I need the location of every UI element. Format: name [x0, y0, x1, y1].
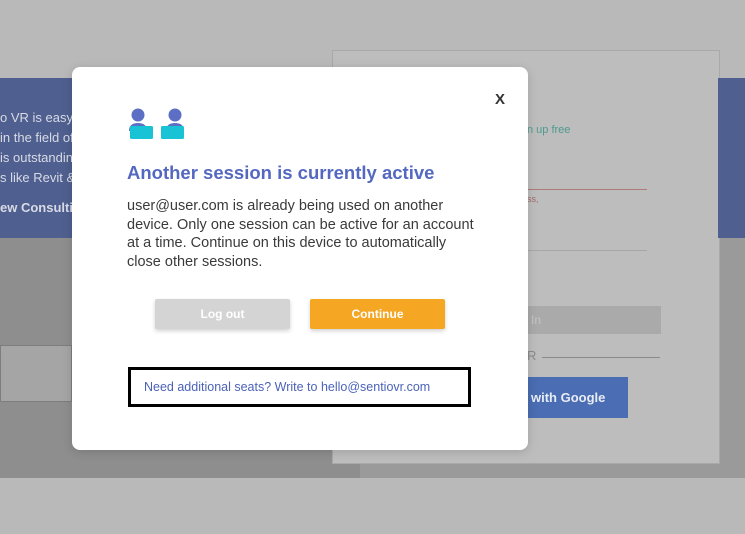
- hero-banner-edge: [718, 78, 745, 238]
- email-field-underline: [527, 189, 647, 190]
- error-text: ss,: [527, 194, 539, 204]
- password-field-underline: [527, 250, 647, 251]
- close-button[interactable]: X: [492, 91, 508, 109]
- sofa-image: [0, 345, 72, 402]
- signup-link: n up free: [527, 124, 571, 136]
- dialog-title: Another session is currently active: [127, 162, 435, 183]
- login-button: In: [527, 306, 661, 334]
- contact-email-link[interactable]: Need additional seats? Write to hello@se…: [144, 380, 430, 394]
- google-login-button: with Google: [527, 377, 628, 418]
- seats-highlight-box: Need additional seats? Write to hello@se…: [128, 367, 471, 407]
- continue-button[interactable]: Continue: [310, 299, 445, 329]
- two-users-icon: [129, 108, 184, 139]
- session-active-dialog: X Another session is currently active us…: [72, 67, 528, 450]
- divider-line: [542, 357, 660, 358]
- logout-button[interactable]: Log out: [155, 299, 290, 329]
- divider-text: R: [527, 348, 537, 363]
- dialog-message: user@user.com is already being used on a…: [127, 198, 474, 270]
